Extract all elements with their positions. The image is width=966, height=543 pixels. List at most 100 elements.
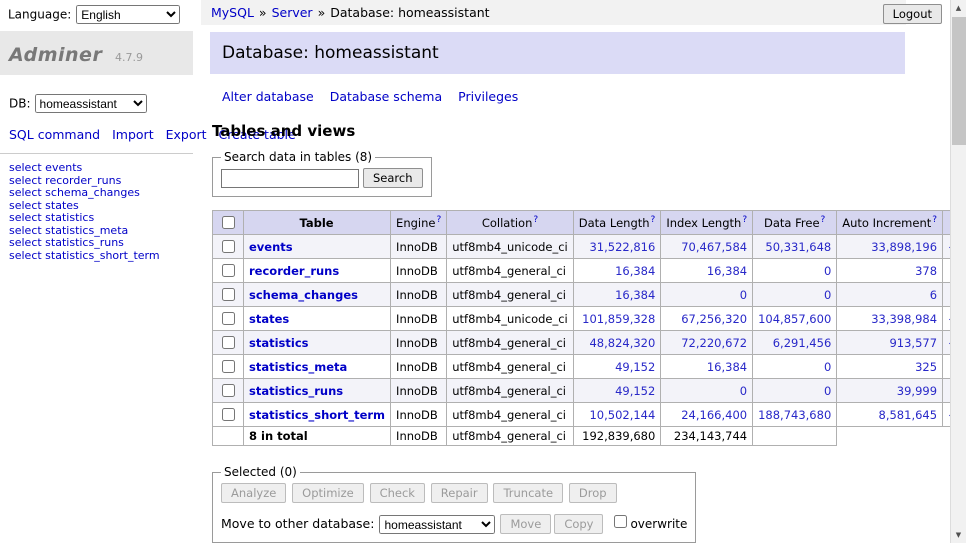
auto-increment-cell[interactable]: 33,898,196 bbox=[837, 235, 943, 259]
selected-action-button[interactable]: Repair bbox=[431, 483, 488, 503]
scroll-up-arrow[interactable]: ▲ bbox=[951, 0, 966, 16]
data-free-cell[interactable]: 6,291,456 bbox=[753, 331, 837, 355]
data-length-cell[interactable]: 31,522,816 bbox=[573, 235, 661, 259]
index-length-cell[interactable]: 24,166,400 bbox=[661, 403, 753, 427]
sidebar-link-sql-command[interactable]: SQL command bbox=[9, 127, 100, 142]
privileges-link[interactable]: Privileges bbox=[458, 89, 518, 104]
sidebar-select-link[interactable]: select statistics_runs bbox=[9, 237, 193, 250]
index-length-cell[interactable]: 70,467,584 bbox=[661, 235, 753, 259]
table-name-link[interactable]: statistics bbox=[249, 336, 309, 350]
alter-database-link[interactable]: Alter database bbox=[222, 89, 314, 104]
index-length-cell[interactable]: 0 bbox=[661, 283, 753, 307]
move-button[interactable]: Move bbox=[500, 514, 551, 534]
data-free-cell[interactable]: 0 bbox=[753, 283, 837, 307]
rows-count-cell[interactable]: ~ 3 bbox=[943, 283, 950, 307]
scroll-down-arrow[interactable]: ▼ bbox=[951, 527, 966, 543]
rows-count-cell[interactable]: ~ 244 bbox=[943, 355, 950, 379]
data-free-cell[interactable]: 0 bbox=[753, 355, 837, 379]
overwrite-checkbox[interactable] bbox=[614, 515, 627, 528]
data-length-cell[interactable]: 49,152 bbox=[573, 355, 661, 379]
table-name-link[interactable]: schema_changes bbox=[249, 288, 358, 302]
selected-action-button[interactable]: Drop bbox=[569, 483, 617, 503]
column-header: Rows? bbox=[943, 211, 950, 235]
rows-count-cell[interactable]: ~ 569,159 bbox=[943, 331, 950, 355]
auto-increment-cell[interactable]: 39,999 bbox=[837, 379, 943, 403]
selected-action-button[interactable]: Truncate bbox=[493, 483, 563, 503]
selected-action-button[interactable]: Analyze bbox=[221, 483, 286, 503]
breadcrumb-separator: » bbox=[318, 5, 326, 20]
column-help-link[interactable]: ? bbox=[533, 215, 538, 225]
column-help-link[interactable]: ? bbox=[821, 215, 826, 225]
auto-increment-cell[interactable]: 6 bbox=[837, 283, 943, 307]
column-help-link[interactable]: ? bbox=[436, 215, 441, 225]
data-length-cell[interactable]: 48,824,320 bbox=[573, 331, 661, 355]
selected-action-button[interactable]: Optimize bbox=[292, 483, 364, 503]
rows-count-cell[interactable]: ~ 312,180 bbox=[943, 235, 950, 259]
column-header: Index Length? bbox=[661, 211, 753, 235]
rows-count-cell[interactable]: ~ 136,108 bbox=[943, 403, 950, 427]
row-checkbox[interactable] bbox=[222, 336, 235, 349]
row-checkbox[interactable] bbox=[222, 240, 235, 253]
row-checkbox[interactable] bbox=[222, 312, 235, 325]
sidebar-select-link[interactable]: select events bbox=[9, 162, 193, 175]
auto-increment-cell[interactable]: 913,577 bbox=[837, 331, 943, 355]
table-name-link[interactable]: events bbox=[249, 240, 293, 254]
index-length-cell[interactable]: 0 bbox=[661, 379, 753, 403]
column-help-link[interactable]: ? bbox=[932, 215, 937, 225]
auto-increment-cell[interactable]: 325 bbox=[837, 355, 943, 379]
db-select[interactable]: homeassistant bbox=[35, 94, 147, 113]
select-all-checkbox[interactable] bbox=[222, 216, 235, 229]
data-free-cell[interactable]: 188,743,680 bbox=[753, 403, 837, 427]
scrollbar[interactable]: ▲ ▼ bbox=[950, 0, 966, 543]
row-checkbox[interactable] bbox=[222, 288, 235, 301]
index-length-cell[interactable]: 72,220,672 bbox=[661, 331, 753, 355]
language-select[interactable]: English bbox=[76, 5, 180, 24]
database-schema-link[interactable]: Database schema bbox=[330, 89, 442, 104]
data-length-cell[interactable]: 49,152 bbox=[573, 379, 661, 403]
data-free-cell[interactable]: 104,857,600 bbox=[753, 307, 837, 331]
move-db-select[interactable]: homeassistant bbox=[379, 515, 495, 534]
index-length-cell[interactable]: 16,384 bbox=[661, 355, 753, 379]
search-button[interactable]: Search bbox=[363, 168, 423, 188]
scrollbar-thumb[interactable] bbox=[952, 17, 966, 145]
totals-collation: utf8mb4_general_ci bbox=[447, 427, 574, 446]
search-input[interactable] bbox=[221, 169, 359, 188]
column-help-link[interactable]: ? bbox=[651, 215, 656, 225]
row-checkbox[interactable] bbox=[222, 408, 235, 421]
logout-button[interactable] bbox=[883, 4, 942, 24]
row-checkbox[interactable] bbox=[222, 384, 235, 397]
index-length-cell[interactable]: 16,384 bbox=[661, 259, 753, 283]
row-checkbox[interactable] bbox=[222, 360, 235, 373]
sidebar-link-import[interactable]: Import bbox=[112, 127, 154, 142]
data-length-cell[interactable]: 101,859,328 bbox=[573, 307, 661, 331]
table-name-link[interactable]: statistics_runs bbox=[249, 384, 343, 398]
row-checkbox[interactable] bbox=[222, 264, 235, 277]
table-name-link[interactable]: statistics_meta bbox=[249, 360, 347, 374]
rows-count-cell[interactable]: ~ 299,833 bbox=[943, 307, 950, 331]
index-length-cell[interactable]: 67,256,320 bbox=[661, 307, 753, 331]
column-help-link[interactable]: ? bbox=[742, 215, 747, 225]
table-name-link[interactable]: statistics_short_term bbox=[249, 408, 385, 422]
auto-increment-cell[interactable]: 33,398,984 bbox=[837, 307, 943, 331]
data-length-cell[interactable]: 16,384 bbox=[573, 283, 661, 307]
data-free-cell[interactable]: 50,331,648 bbox=[753, 235, 837, 259]
breadcrumb-link-mysql[interactable]: MySQL bbox=[211, 5, 254, 20]
auto-increment-cell[interactable]: 378 bbox=[837, 259, 943, 283]
overwrite-label[interactable]: overwrite bbox=[630, 517, 687, 531]
auto-increment-cell[interactable]: 8,581,645 bbox=[837, 403, 943, 427]
rows-count-cell[interactable]: ~ 5 bbox=[943, 259, 950, 283]
data-free-cell[interactable]: 0 bbox=[753, 379, 837, 403]
copy-button[interactable]: Copy bbox=[554, 514, 603, 534]
sidebar-select-link[interactable]: select statistics_short_term bbox=[9, 250, 193, 263]
data-free-cell[interactable]: 0 bbox=[753, 259, 837, 283]
sidebar-select-link[interactable]: select schema_changes bbox=[9, 187, 193, 200]
table-name-link[interactable]: recorder_runs bbox=[249, 264, 339, 278]
breadcrumb-link-server[interactable]: Server bbox=[272, 5, 313, 20]
sidebar-select-link[interactable]: select statistics bbox=[9, 212, 193, 225]
data-length-cell[interactable]: 16,384 bbox=[573, 259, 661, 283]
selected-action-button[interactable]: Check bbox=[370, 483, 425, 503]
row-check-cell bbox=[213, 259, 244, 283]
data-length-cell[interactable]: 10,502,144 bbox=[573, 403, 661, 427]
rows-count-cell[interactable]: ~ 628 bbox=[943, 379, 950, 403]
table-name-link[interactable]: states bbox=[249, 312, 289, 326]
